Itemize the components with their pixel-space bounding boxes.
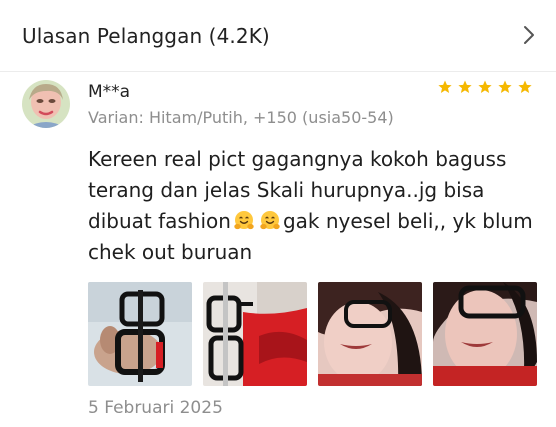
star-icon: [518, 80, 532, 93]
review-text: Kereen real pict gagangnya kokoh baguss …: [88, 144, 538, 268]
rating-stars: [438, 80, 532, 94]
review-photo-2[interactable]: [203, 282, 307, 386]
review-photos: [88, 282, 537, 386]
hugging-face-emoji-icon: [234, 211, 254, 230]
reviews-title: Ulasan Pelanggan (4.2K): [22, 24, 270, 48]
review-date: 5 Februari 2025: [88, 398, 223, 418]
reviews-header[interactable]: Ulasan Pelanggan (4.2K): [0, 0, 556, 72]
review-photo-4[interactable]: [433, 282, 537, 386]
review-photo-3[interactable]: [318, 282, 422, 386]
star-icon: [498, 80, 512, 93]
star-icon: [458, 80, 472, 93]
product-variant: Varian: Hitam/Putih, +150 (usia50-54): [88, 108, 394, 127]
avatar[interactable]: [22, 80, 70, 128]
review-photo-1[interactable]: [88, 282, 192, 386]
chevron-right-icon[interactable]: [520, 24, 538, 46]
hugging-face-emoji-icon: [260, 211, 280, 230]
reviewer-name: M**a: [88, 82, 131, 102]
star-icon: [478, 80, 492, 93]
star-icon: [438, 80, 452, 93]
